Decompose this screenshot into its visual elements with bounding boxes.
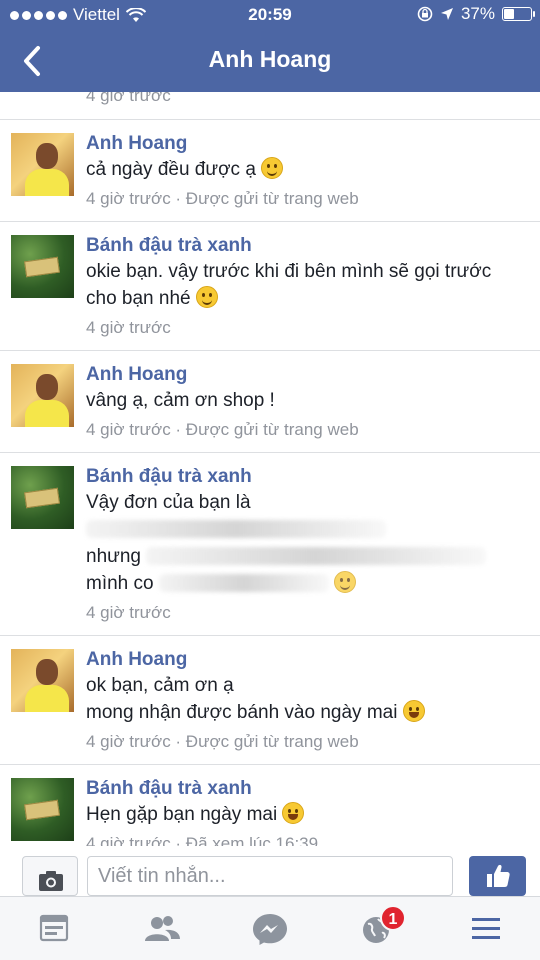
smile-emoji-icon [195, 286, 218, 308]
message-line: mong nhận được bánh vào ngày mai [86, 702, 398, 723]
message-text: Vậy đơn của bạn là nhưng mình co [86, 489, 528, 597]
notification-badge: 1 [380, 905, 406, 931]
message-text: ok bạn, cảm ơn ạ mong nhận được bánh vào… [86, 672, 528, 726]
message-item: Bánh đậu trà xanh okie bạn. vậy trước kh… [0, 222, 540, 351]
message-meta: 4 giờ trước · Đã xem lúc 16:39 [86, 834, 319, 846]
sender-name[interactable]: Bánh đậu trà xanh [86, 465, 528, 489]
bottom-tab-bar: 1 [0, 896, 540, 960]
avatar[interactable] [11, 235, 74, 298]
message-thread[interactable]: 4 giờ trước Anh Hoang cả ngày đều được ạ… [0, 92, 540, 846]
message-line: cho bạn nhé [86, 288, 191, 309]
message-text: Hẹn gặp bạn ngày mai [86, 801, 528, 828]
message-meta: 4 giờ trước · Được gửi từ trang web [86, 420, 359, 439]
tab-messenger[interactable] [248, 911, 292, 947]
redacted-text [86, 520, 386, 538]
messenger-icon [253, 914, 287, 945]
grin-emoji-icon [282, 802, 305, 824]
message-line: nhưng [86, 546, 141, 567]
message-item: Anh Hoang ok bạn, cảm ơn ạ mong nhận đượ… [0, 636, 540, 765]
location-arrow-icon [440, 8, 453, 20]
news-feed-icon [39, 914, 69, 942]
message-item: Bánh đậu trà xanh Hẹn gặp bạn ngày mai 4… [0, 765, 540, 846]
sender-name[interactable]: Bánh đậu trà xanh [86, 234, 528, 258]
friends-icon [145, 916, 180, 941]
message-text: cả ngày đều được ạ [86, 156, 528, 183]
message-input[interactable] [87, 856, 453, 896]
message-line: Hẹn gặp bạn ngày mai [86, 804, 278, 825]
message-line: ok bạn, cảm ơn ạ [86, 675, 234, 696]
menu-icon [472, 918, 500, 939]
message-meta: 4 giờ trước [86, 318, 171, 337]
avatar[interactable] [11, 133, 74, 196]
thumbs-up-icon [487, 864, 510, 887]
message-item: Anh Hoang vâng ạ, cảm ơn shop ! 4 giờ tr… [0, 351, 540, 453]
redacted-text [158, 574, 329, 592]
message-meta: 4 giờ trước · Được gửi từ trang web [86, 189, 359, 208]
redacted-text [146, 547, 487, 565]
tab-notifications[interactable]: 1 [356, 905, 406, 947]
battery-percent: 37% [460, 4, 495, 23]
rotation-lock-icon [417, 6, 433, 22]
smile-emoji-icon [261, 157, 284, 179]
top-bar: Viettel 20:59 37% Anh Hoang [0, 0, 540, 92]
avatar[interactable] [11, 778, 74, 841]
avatar[interactable] [11, 649, 74, 712]
message-meta: 4 giờ trước [86, 603, 171, 622]
smile-emoji-icon [334, 571, 357, 593]
message-text: vâng ạ, cảm ơn shop ! [86, 390, 275, 411]
battery-fill [504, 9, 515, 19]
like-button[interactable] [469, 856, 526, 896]
conversation-title: Anh Hoang [208, 46, 332, 72]
message-composer [0, 846, 540, 896]
message-text: okie bạn. vậy trước khi đi bên mình sẽ g… [86, 258, 528, 312]
message-meta: 4 giờ trước · Được gửi từ trang web [86, 732, 359, 751]
battery-icon [502, 7, 535, 21]
sender-name[interactable]: Bánh đậu trà xanh [86, 777, 528, 801]
avatar[interactable] [11, 466, 74, 529]
grin-emoji-icon [402, 700, 425, 722]
status-right: 37% [417, 4, 535, 24]
message-line: mình co [86, 573, 154, 594]
avatar[interactable] [11, 364, 74, 427]
sender-name[interactable]: Anh Hoang [86, 363, 528, 387]
camera-button[interactable] [22, 856, 78, 896]
tab-menu[interactable] [464, 911, 508, 947]
sender-name[interactable]: Anh Hoang [86, 648, 528, 672]
message-item: Anh Hoang cả ngày đều được ạ 4 giờ trước… [0, 120, 540, 222]
previous-message-meta: 4 giờ trước [0, 92, 540, 120]
message-line: Vậy đơn của bạn là [86, 492, 251, 513]
status-bar: Viettel 20:59 37% [0, 0, 540, 30]
message-line: okie bạn. vậy trước khi đi bên mình sẽ g… [86, 261, 492, 282]
tab-news-feed[interactable] [32, 911, 76, 947]
camera-icon [39, 871, 63, 891]
message-item: Bánh đậu trà xanh Vậy đơn của bạn là như… [0, 453, 540, 636]
sender-name[interactable]: Anh Hoang [86, 132, 528, 156]
message-line: cả ngày đều được ạ [86, 159, 256, 180]
tab-friends[interactable] [140, 911, 184, 947]
